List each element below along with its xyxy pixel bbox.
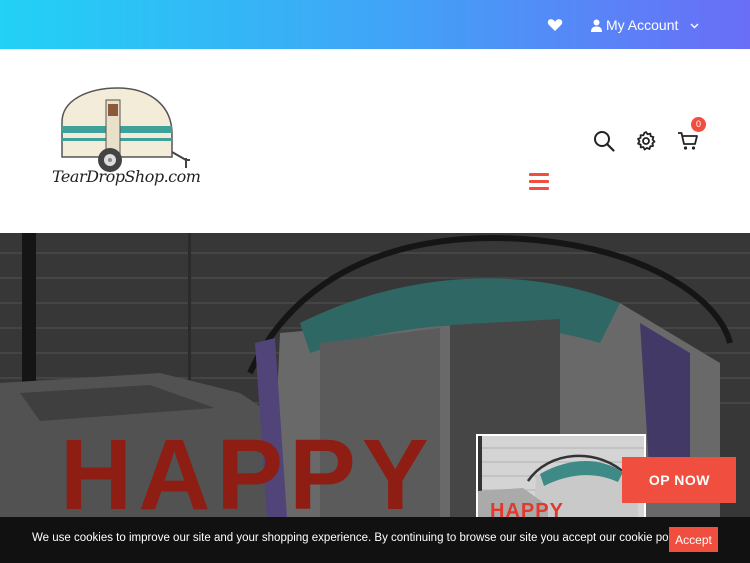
shop-now-button[interactable]: OP NOW <box>622 457 736 503</box>
cookie-message: We use cookies to improve our site and y… <box>32 532 688 544</box>
hamburger-line <box>529 187 549 190</box>
gear-icon[interactable] <box>635 130 657 152</box>
hamburger-line <box>529 173 549 176</box>
accept-cookies-button[interactable]: Accept <box>669 527 718 552</box>
heart-icon[interactable] <box>547 17 563 33</box>
hamburger-menu-icon[interactable] <box>529 173 549 190</box>
user-icon <box>591 19 602 32</box>
hero-banner: HAPPY HAPPY OP NOW <box>0 233 750 563</box>
hero-title: HAPPY <box>60 419 435 531</box>
hamburger-line <box>529 180 549 183</box>
cart-icon[interactable] <box>677 131 699 151</box>
top-bar: My Account <box>0 0 750 49</box>
my-account-label: My Account <box>606 17 679 33</box>
cart-count-badge: 0 <box>691 117 706 132</box>
page: My Account TearDropShop.com 0 HAPPY HAPP… <box>0 0 750 563</box>
chevron-down-icon <box>690 23 699 28</box>
search-icon[interactable] <box>593 130 615 152</box>
site-header: TearDropShop.com 0 <box>0 49 750 233</box>
logo-text: TearDropShop.com <box>52 167 201 186</box>
my-account-menu[interactable]: My Account <box>591 15 699 35</box>
cookie-consent-bar: We use cookies to improve our site and y… <box>0 517 750 563</box>
